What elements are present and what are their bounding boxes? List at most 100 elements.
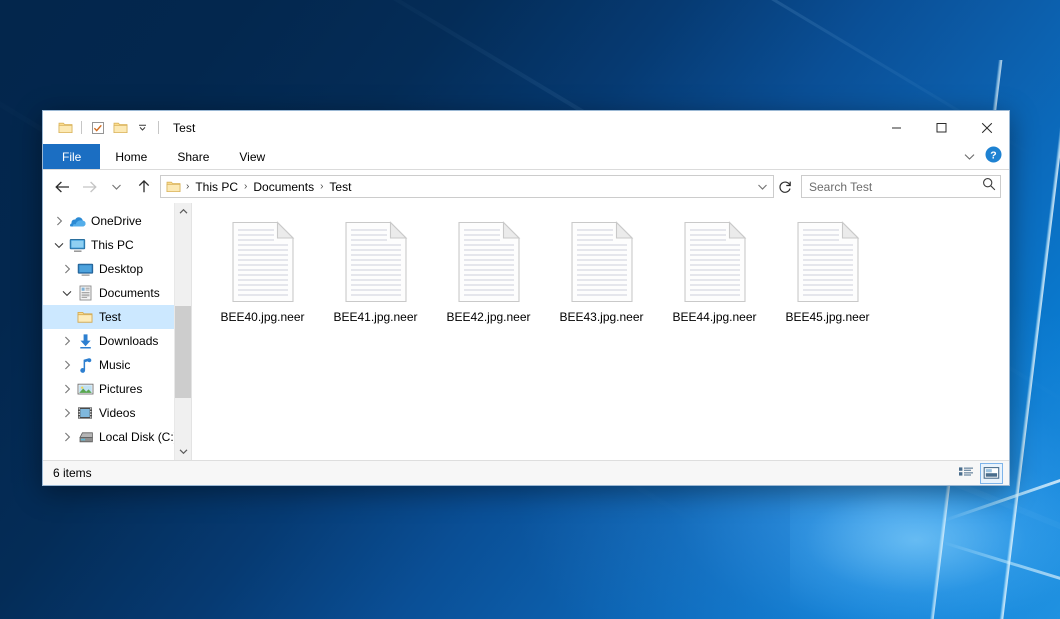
tab-share[interactable]: Share — [162, 144, 224, 169]
generic-file-icon — [682, 221, 748, 303]
breadcrumb-item-documents[interactable]: Documents — [249, 178, 318, 196]
sidebar-item-local-disk-c[interactable]: Local Disk (C:) — [43, 425, 191, 449]
file-explorer-window: Test File Home Share View — [42, 110, 1010, 486]
desktop-monitor-icon — [75, 262, 95, 276]
search-icon[interactable] — [982, 177, 996, 196]
generic-file-icon — [795, 221, 861, 303]
sidebar-item-documents[interactable]: Documents — [43, 281, 191, 305]
chevron-right-icon[interactable] — [59, 384, 75, 394]
list-item[interactable]: BEE41.jpg.neer — [319, 217, 432, 337]
tab-home[interactable]: Home — [100, 144, 162, 169]
sidebar-item-onedrive[interactable]: OneDrive — [43, 209, 191, 233]
sidebar-item-pictures[interactable]: Pictures — [43, 377, 191, 401]
folder-icon — [75, 310, 95, 324]
tab-view[interactable]: View — [224, 144, 280, 169]
list-item[interactable]: BEE43.jpg.neer — [545, 217, 658, 337]
documents-icon — [75, 285, 95, 301]
chevron-right-icon[interactable] — [59, 408, 75, 418]
window-controls — [874, 111, 1009, 144]
breadcrumb-separator[interactable]: › — [242, 181, 249, 192]
help-icon[interactable]: ? — [985, 146, 1002, 168]
breadcrumb-separator[interactable]: › — [184, 181, 191, 192]
sidebar-item-desktop[interactable]: Desktop — [43, 257, 191, 281]
sidebar-item-this-pc[interactable]: This PC — [43, 233, 191, 257]
new-folder-icon[interactable] — [109, 117, 131, 139]
window-body: OneDrive This PC — [43, 203, 1009, 460]
maximize-button[interactable] — [919, 111, 964, 144]
chevron-right-icon[interactable] — [59, 264, 75, 274]
file-name: BEE44.jpg.neer — [672, 310, 756, 324]
large-icons-view-button[interactable] — [980, 463, 1003, 484]
this-pc-monitor-icon — [67, 238, 87, 252]
customize-quick-access-chevron-icon[interactable] — [131, 117, 153, 139]
file-name: BEE42.jpg.neer — [446, 310, 530, 324]
pictures-icon — [75, 382, 95, 396]
sidebar-item-label: Documents — [99, 286, 160, 300]
scrollbar-track[interactable] — [175, 220, 192, 443]
generic-file-icon — [569, 221, 635, 303]
search-input[interactable]: Search Test — [801, 175, 1001, 198]
breadcrumb-separator[interactable]: › — [318, 181, 325, 192]
sidebar-item-label: Downloads — [99, 334, 158, 348]
refresh-button[interactable] — [774, 175, 796, 198]
chevron-right-icon[interactable] — [59, 336, 75, 346]
local-disk-icon — [75, 430, 95, 444]
status-bar: 6 items — [43, 460, 1009, 485]
scroll-down-arrow-icon[interactable] — [175, 443, 192, 460]
address-bar-row: › This PC › Documents › Test Search Test — [43, 170, 1009, 203]
window-title: Test — [173, 121, 195, 135]
forward-button[interactable] — [76, 174, 103, 200]
sidebar-item-videos[interactable]: Videos — [43, 401, 191, 425]
breadcrumb-item-this-pc[interactable]: This PC — [191, 178, 242, 196]
sidebar-item-label: Videos — [99, 406, 135, 420]
properties-icon[interactable] — [87, 117, 109, 139]
sidebar-item-label: Test — [99, 310, 121, 324]
sidebar-item-label: Desktop — [99, 262, 143, 276]
list-item[interactable]: BEE45.jpg.neer — [771, 217, 884, 337]
svg-text:?: ? — [990, 149, 996, 161]
up-button[interactable] — [130, 174, 157, 200]
close-button[interactable] — [964, 111, 1009, 144]
chevron-right-icon[interactable] — [59, 432, 75, 442]
sidebar-item-label: Music — [99, 358, 130, 372]
windows-logo-beam — [942, 541, 1060, 582]
expand-ribbon-chevron-icon[interactable] — [964, 148, 975, 166]
sidebar-item-label: Pictures — [99, 382, 142, 396]
details-view-button[interactable] — [954, 463, 977, 484]
minimize-button[interactable] — [874, 111, 919, 144]
scrollbar-thumb[interactable] — [175, 306, 192, 398]
navigation-pane-scrollbar[interactable] — [174, 203, 191, 460]
sidebar-item-downloads[interactable]: Downloads — [43, 329, 191, 353]
chevron-right-icon[interactable] — [51, 216, 67, 226]
breadcrumb-item-test[interactable]: Test — [325, 178, 355, 196]
chevron-down-icon[interactable] — [59, 290, 75, 297]
breadcrumb-folder-icon[interactable] — [166, 180, 181, 193]
breadcrumb[interactable]: › This PC › Documents › Test — [160, 175, 774, 198]
generic-file-icon — [230, 221, 296, 303]
list-item[interactable]: BEE42.jpg.neer — [432, 217, 545, 337]
ribbon-right-controls: ? — [964, 144, 1002, 170]
chevron-right-icon[interactable] — [59, 360, 75, 370]
tab-file[interactable]: File — [43, 144, 100, 169]
onedrive-cloud-icon — [67, 215, 87, 228]
sidebar-item-music[interactable]: Music — [43, 353, 191, 377]
generic-file-icon — [343, 221, 409, 303]
file-name: BEE45.jpg.neer — [785, 310, 869, 324]
list-item[interactable]: BEE44.jpg.neer — [658, 217, 771, 337]
sidebar-item-label: Local Disk (C:) — [99, 430, 178, 444]
folder-icon[interactable] — [54, 117, 76, 139]
back-button[interactable] — [49, 174, 76, 200]
desktop-background: Test File Home Share View — [0, 0, 1060, 619]
item-count-label: 6 items — [53, 466, 954, 480]
list-item[interactable]: BEE40.jpg.neer — [206, 217, 319, 337]
recent-locations-chevron-icon[interactable] — [103, 174, 130, 200]
file-name: BEE40.jpg.neer — [220, 310, 304, 324]
chevron-down-icon[interactable] — [51, 242, 67, 249]
sidebar-item-test[interactable]: Test — [43, 305, 191, 329]
sidebar-item-label: OneDrive — [91, 214, 142, 228]
title-bar: Test — [43, 111, 1009, 144]
navigation-pane: OneDrive This PC — [43, 203, 191, 460]
breadcrumb-dropdown-chevron-icon[interactable] — [753, 176, 771, 197]
file-list-pane[interactable]: BEE40.jpg.neer — [191, 203, 1009, 460]
scroll-up-arrow-icon[interactable] — [175, 203, 192, 220]
